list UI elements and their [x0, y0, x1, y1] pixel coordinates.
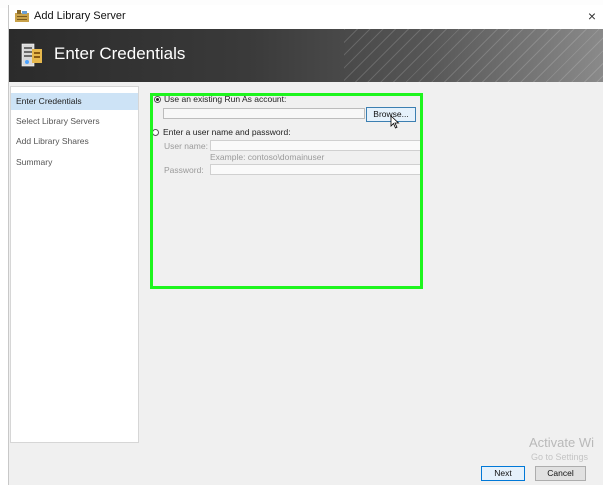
- next-button[interactable]: Next: [481, 466, 525, 481]
- close-button[interactable]: ×: [582, 7, 602, 25]
- title-bar: Add Library Server ×: [9, 5, 603, 29]
- mouse-cursor-icon: [390, 115, 400, 129]
- dialog-window: Add Library Server × Enter Credentials E…: [8, 5, 603, 485]
- nav-item-add-library-shares[interactable]: Add Library Shares: [11, 133, 138, 150]
- cancel-button[interactable]: Cancel: [535, 466, 586, 481]
- credentials-server-icon: [21, 43, 42, 67]
- header-pattern: [344, 29, 603, 82]
- highlight-box: [150, 93, 423, 289]
- nav-item-enter-credentials[interactable]: Enter Credentials: [11, 93, 138, 110]
- activation-watermark-title: Activate Wi: [529, 435, 595, 450]
- nav-item-select-library-servers[interactable]: Select Library Servers: [11, 113, 138, 130]
- page-title: Enter Credentials: [54, 44, 186, 63]
- wizard-nav: Enter Credentials Select Library Servers…: [10, 86, 139, 443]
- wizard-header: Enter Credentials: [9, 29, 603, 82]
- activation-watermark-subtitle: Go to Settings: [531, 452, 589, 462]
- nav-item-summary[interactable]: Summary: [11, 154, 138, 171]
- library-server-icon: [15, 10, 29, 22]
- close-icon: ×: [587, 8, 597, 24]
- window-title: Add Library Server: [34, 10, 126, 22]
